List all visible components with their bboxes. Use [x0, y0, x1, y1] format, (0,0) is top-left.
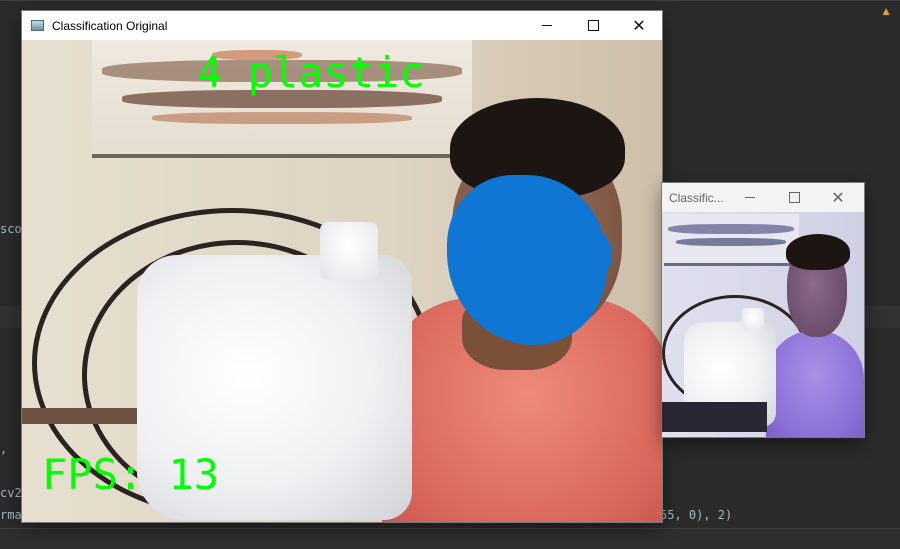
window-title: Classification Original	[52, 18, 168, 33]
bed-shadow	[662, 402, 767, 432]
minimize-icon	[542, 25, 552, 26]
close-button[interactable]: ✕	[816, 183, 860, 212]
classification-original-window[interactable]: Classification Original ✕ 4 plastic FPS:…	[22, 11, 662, 522]
painting-stroke	[152, 112, 412, 124]
ide-code-fragment: 55, 0), 2)	[660, 508, 733, 522]
camera-frame-small	[662, 212, 864, 437]
camera-frame: 4 plastic FPS: 13	[22, 40, 662, 522]
app-window-icon	[31, 20, 44, 31]
titlebar[interactable]: Classific... ✕	[662, 183, 864, 212]
classification-label: 4 plastic	[197, 48, 425, 97]
close-icon: ✕	[632, 15, 646, 35]
minimize-button[interactable]	[728, 183, 772, 212]
ide-divider	[0, 0, 900, 1]
titlebar[interactable]: Classification Original ✕	[22, 11, 662, 40]
painting-frame-edge	[92, 154, 472, 158]
close-icon: ✕	[831, 187, 845, 207]
maximize-icon	[788, 192, 800, 203]
ide-code-fragment: ,	[0, 442, 8, 456]
maximize-button[interactable]	[570, 11, 616, 40]
person-hair	[786, 234, 850, 270]
jug-cap	[742, 308, 764, 330]
maximize-icon	[587, 20, 599, 31]
classification-small-window[interactable]: Classific... ✕	[662, 183, 864, 437]
ide-status-bar	[0, 528, 900, 549]
minimize-icon	[745, 197, 755, 198]
painting-frame-edge	[664, 263, 799, 266]
jug-cap	[320, 222, 378, 280]
close-button[interactable]: ✕	[616, 11, 662, 40]
ide-code-fragment: sco	[0, 222, 22, 236]
warning-triangle-icon[interactable]: ▲	[880, 4, 892, 18]
window-title: Classific...	[669, 190, 724, 205]
person-shirt	[766, 330, 864, 437]
minimize-button[interactable]	[524, 11, 570, 40]
painting-stroke	[668, 224, 794, 234]
ide-code-fragment: cv2	[0, 486, 22, 500]
fps-counter: FPS: 13	[42, 450, 220, 499]
maximize-button[interactable]	[772, 183, 816, 212]
painting-stroke	[676, 238, 786, 246]
wall-painting	[664, 214, 799, 266]
redaction-scribble	[570, 230, 612, 278]
